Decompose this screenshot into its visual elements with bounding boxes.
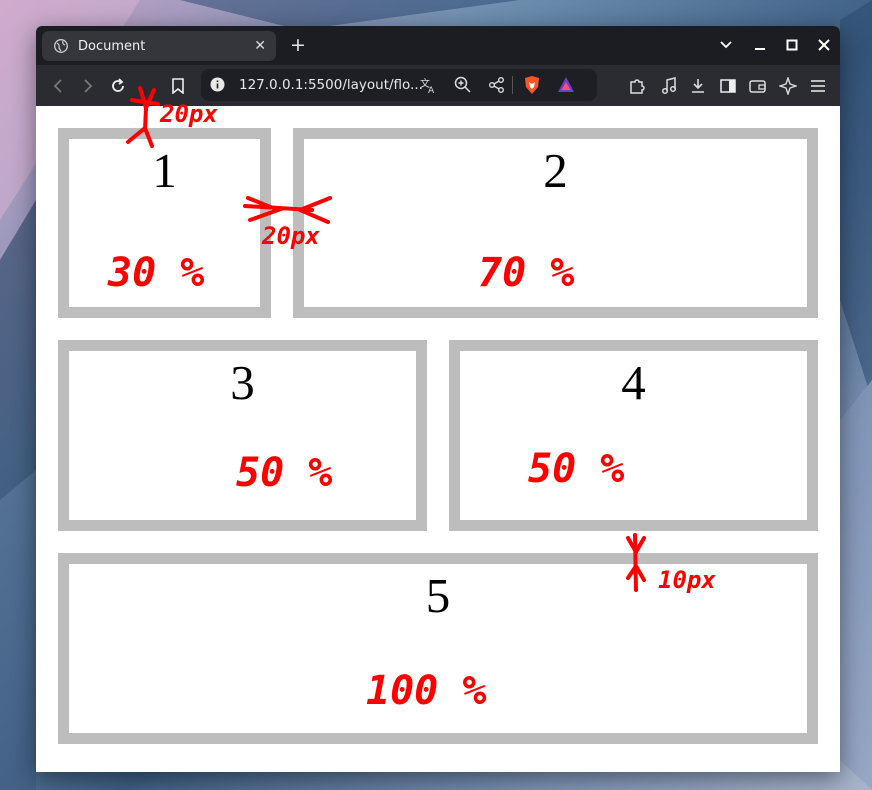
box-2-number: 2 <box>543 143 568 198</box>
globe-icon <box>54 39 68 53</box>
side-gap-annotation: 20px <box>262 222 320 250</box>
site-info-icon[interactable] <box>210 77 225 96</box>
tab-close-button[interactable]: ✕ <box>254 38 266 54</box>
divider <box>512 76 513 94</box>
new-tab-button[interactable]: + <box>286 33 310 57</box>
row-gap-annotation: 10px <box>658 566 716 594</box>
box-3-annotation: 50 % <box>236 450 333 496</box>
translate-icon[interactable]: 文A <box>420 76 438 98</box>
top-gap-annotation: 20px <box>160 100 218 128</box>
svg-text:A: A <box>428 86 435 94</box>
box-3-number: 3 <box>230 355 255 410</box>
brave-rewards-icon[interactable] <box>557 76 575 98</box>
close-window-button[interactable] <box>813 34 835 56</box>
browser-window: Document ✕ + 127.0.0.1:5500/layout/flo..… <box>36 26 840 772</box>
tab-title: Document <box>78 38 146 54</box>
wallet-icon[interactable] <box>746 74 770 98</box>
leo-ai-icon[interactable] <box>776 74 800 98</box>
box-3: 3 <box>58 340 427 531</box>
music-icon[interactable] <box>657 74 681 98</box>
share-icon[interactable] <box>488 76 506 98</box>
reload-icon[interactable] <box>106 74 130 98</box>
box-1-annotation: 30 % <box>108 250 205 296</box>
back-button[interactable] <box>46 74 70 98</box>
title-bar: Document ✕ + <box>36 26 840 65</box>
chevron-down-icon[interactable] <box>715 34 737 56</box>
zoom-icon[interactable] <box>454 76 472 98</box>
box-5-annotation: 100 % <box>366 668 487 714</box>
box-1-number: 1 <box>152 143 177 198</box>
box-2-annotation: 70 % <box>478 250 575 296</box>
url-text[interactable]: 127.0.0.1:5500/layout/flo... <box>239 77 423 93</box>
bookmark-icon[interactable] <box>166 74 190 98</box>
sidebar-icon[interactable] <box>716 74 740 98</box>
box-4-number: 4 <box>621 355 646 410</box>
extensions-icon[interactable] <box>625 74 649 98</box>
download-icon[interactable] <box>686 74 710 98</box>
tab-document[interactable]: Document ✕ <box>42 31 276 61</box>
box-4: 4 <box>449 340 818 531</box>
brave-shields-icon[interactable] <box>523 75 541 99</box>
address-bar[interactable]: 127.0.0.1:5500/layout/flo... 文A <box>201 69 597 101</box>
menu-icon[interactable] <box>806 74 830 98</box>
minimize-button[interactable] <box>749 34 771 56</box>
forward-button[interactable] <box>76 74 100 98</box>
browser-toolbar: 127.0.0.1:5500/layout/flo... 文A <box>36 65 840 106</box>
maximize-button[interactable] <box>781 34 803 56</box>
box-4-annotation: 50 % <box>528 446 625 492</box>
